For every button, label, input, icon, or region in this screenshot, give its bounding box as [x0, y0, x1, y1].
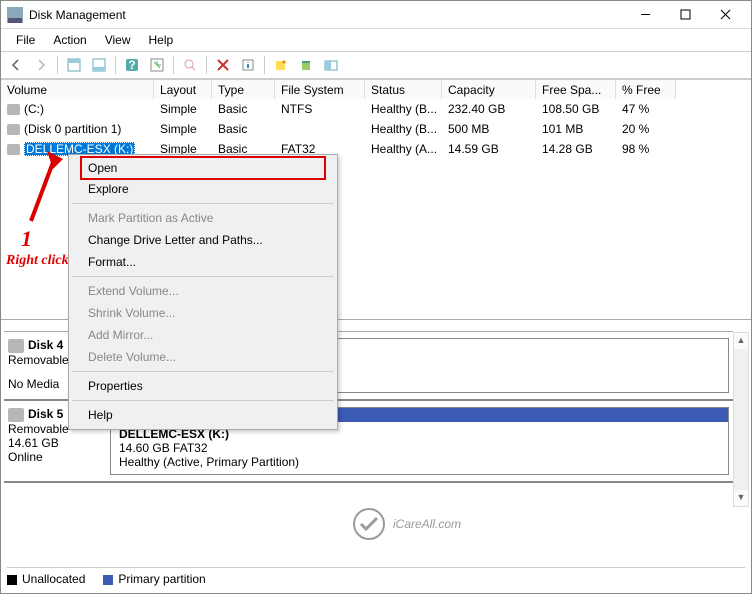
minimize-button[interactable] [625, 3, 665, 27]
refresh-icon[interactable] [146, 54, 168, 76]
view-bottom-icon[interactable] [88, 54, 110, 76]
new-icon[interactable] [270, 54, 292, 76]
drive-icon [7, 124, 20, 135]
help-icon[interactable]: ? [121, 54, 143, 76]
legend: Unallocated Primary partition [7, 567, 745, 590]
vol-size: 14.60 GB FAT32 [119, 441, 720, 455]
col-filesystem[interactable]: File System [275, 80, 365, 99]
menu-mark-active: Mark Partition as Active [70, 207, 336, 229]
menu-file[interactable]: File [7, 30, 44, 50]
back-button[interactable] [5, 54, 27, 76]
menu-change-drive-letter[interactable]: Change Drive Letter and Paths... [70, 229, 336, 251]
menu-bar: File Action View Help [1, 29, 751, 51]
legend-primary: Primary partition [118, 572, 205, 586]
disk-name: Disk 5 [28, 407, 63, 421]
menu-open[interactable]: Open [80, 156, 326, 180]
maximize-button[interactable] [665, 3, 705, 27]
menu-delete-volume: Delete Volume... [70, 346, 336, 368]
delete-icon[interactable] [212, 54, 234, 76]
swatch-primary [103, 575, 113, 585]
title-bar: Disk Management [1, 1, 751, 29]
swatch-unallocated [7, 575, 17, 585]
drive-icon [7, 104, 20, 115]
col-pctfree[interactable]: % Free [616, 80, 676, 99]
watermark: iCareAll.com [351, 506, 461, 542]
volume-label: (C:) [24, 102, 44, 116]
attach-icon[interactable] [295, 54, 317, 76]
drive-icon [7, 144, 20, 155]
properties-icon[interactable] [237, 54, 259, 76]
menu-explore[interactable]: Explore [70, 178, 336, 200]
col-volume[interactable]: Volume [1, 80, 154, 99]
disk-size: 14.61 GB [8, 436, 110, 450]
window-title: Disk Management [29, 8, 625, 22]
table-row[interactable]: (Disk 0 partition 1) Simple Basic Health… [1, 119, 751, 139]
table-header: Volume Layout Type File System Status Ca… [1, 79, 751, 99]
col-type[interactable]: Type [212, 80, 275, 99]
menu-shrink-volume: Shrink Volume... [70, 302, 336, 324]
legend-unallocated: Unallocated [22, 572, 85, 586]
view-top-icon[interactable] [63, 54, 85, 76]
action-icon[interactable] [179, 54, 201, 76]
close-button[interactable] [705, 3, 745, 27]
forward-button[interactable] [30, 54, 52, 76]
app-icon [7, 7, 23, 23]
toolbar: ? [1, 51, 751, 79]
menu-add-mirror: Add Mirror... [70, 324, 336, 346]
detach-icon[interactable] [320, 54, 342, 76]
vol-status: Healthy (Active, Primary Partition) [119, 455, 720, 469]
vertical-scrollbar[interactable]: ▲ ▼ [733, 332, 749, 507]
menu-action[interactable]: Action [44, 30, 95, 50]
menu-help[interactable]: Help [70, 404, 336, 426]
menu-view[interactable]: View [96, 30, 140, 50]
table-row[interactable]: (C:) Simple Basic NTFS Healthy (B... 232… [1, 99, 751, 119]
col-capacity[interactable]: Capacity [442, 80, 536, 99]
menu-properties[interactable]: Properties [70, 375, 336, 397]
col-freespace[interactable]: Free Spa... [536, 80, 616, 99]
menu-extend-volume: Extend Volume... [70, 280, 336, 302]
scroll-up-icon[interactable]: ▲ [734, 333, 748, 349]
volume-label: (Disk 0 partition 1) [24, 122, 121, 136]
menu-format[interactable]: Format... [70, 251, 336, 273]
disk-icon [8, 408, 24, 422]
context-menu: Open Explore Mark Partition as Active Ch… [68, 154, 338, 430]
disk-name: Disk 4 [28, 338, 63, 352]
scroll-down-icon[interactable]: ▼ [734, 490, 748, 506]
col-layout[interactable]: Layout [154, 80, 212, 99]
disk-state: Online [8, 450, 110, 464]
disk-icon [8, 339, 24, 353]
menu-help[interactable]: Help [140, 30, 183, 50]
col-status[interactable]: Status [365, 80, 442, 99]
svg-text:?: ? [128, 58, 135, 72]
